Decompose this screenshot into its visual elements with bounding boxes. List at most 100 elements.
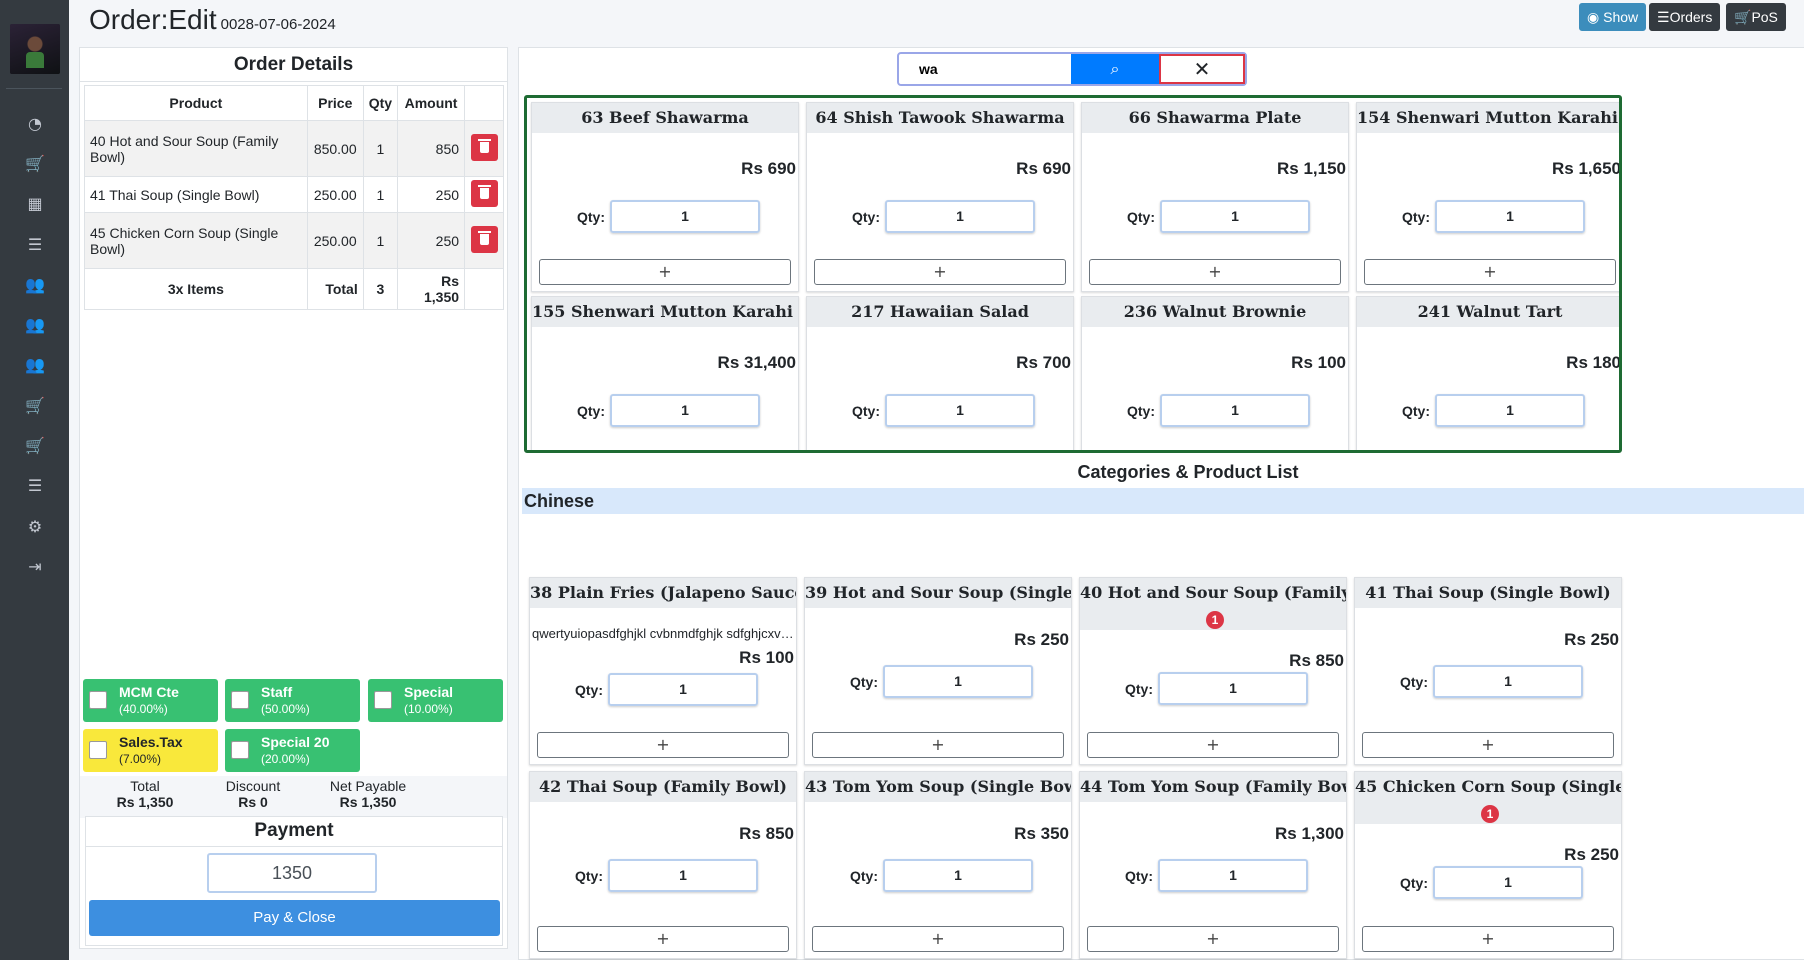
row-price: 850.00 [306, 120, 364, 177]
discount-checkbox[interactable] [89, 691, 107, 709]
add-button[interactable]: + [537, 732, 789, 758]
product-card: 38 Plain Fries (Jalapeno Sauce) qwertyuio… [529, 577, 797, 765]
add-button[interactable]: + [1364, 259, 1616, 285]
discount-checkbox[interactable] [374, 691, 392, 709]
product-name: 42 Thai Soup (Family Bowl) [530, 772, 796, 802]
qty-input[interactable]: 1 [885, 200, 1035, 233]
discount-checkbox[interactable] [231, 741, 249, 759]
qty-input[interactable]: 1 [608, 673, 758, 706]
sidebar-divider [6, 88, 62, 89]
qty-input[interactable]: 1 [885, 394, 1035, 427]
search-button[interactable]: ⌕ [1071, 54, 1159, 84]
discount-sales-tax[interactable]: Sales.Tax (7.00%) [83, 729, 218, 772]
product-name: 43 Tom Yom Soup (Single Bowl) [805, 772, 1071, 802]
qty-label: Qty: [1125, 868, 1153, 884]
products-panel: ⌕ ✕ 63 Beef Shawarma Rs 690 Qty: 1 + 64 Shis… [518, 47, 1804, 960]
discount-special-20[interactable]: Special 20 (20.00%) [225, 729, 360, 772]
qty-input[interactable]: 1 [1158, 672, 1308, 705]
cart-icon[interactable]: 🛒 [24, 395, 46, 417]
product-price: Rs 100 [739, 648, 794, 667]
product-card: 241 Walnut TartRs 180Qty:1+ [1356, 296, 1619, 450]
users-icon[interactable]: 👥 [24, 274, 46, 296]
qty-label: Qty: [1400, 674, 1428, 690]
qty-input[interactable]: 1 [1433, 665, 1583, 698]
qty-input[interactable]: 1 [1160, 394, 1310, 427]
product-price: Rs 690 [1016, 159, 1071, 178]
discount-percent: (10.00%) [404, 702, 453, 716]
discount-checkbox[interactable] [89, 741, 107, 759]
product-price: Rs 100 [1291, 353, 1346, 372]
avatar[interactable] [10, 24, 60, 74]
cart-icon[interactable]: 🛒 [24, 153, 46, 175]
qty-input[interactable]: 1 [883, 665, 1033, 698]
total-label: Total [130, 778, 160, 794]
delete-button[interactable] [470, 225, 498, 253]
orders-button[interactable]: ☰Orders [1649, 3, 1721, 31]
add-button[interactable]: + [539, 259, 791, 285]
cart-plus-icon[interactable]: 🛒 [24, 435, 46, 457]
qty-label: Qty: [577, 403, 605, 419]
delete-button[interactable] [470, 179, 498, 207]
sign-out-icon[interactable]: ⇥ [24, 556, 46, 578]
search-input[interactable] [899, 54, 1071, 84]
add-button[interactable]: + [1087, 926, 1339, 952]
product-card: 43 Tom Yom Soup (Single Bowl) Rs 350 Qty: 1… [804, 771, 1072, 959]
discount-name: Special [404, 684, 454, 700]
discount-mcm-cte[interactable]: MCM Cte (40.00%) [83, 679, 218, 722]
show-button[interactable]: ◉ Show [1579, 3, 1647, 31]
col-product: Product [84, 85, 308, 121]
discount-name: MCM Cte [119, 684, 179, 700]
qty-input[interactable]: 1 [610, 200, 760, 233]
clear-search-button[interactable]: ✕ [1159, 54, 1245, 84]
qty-label: Qty: [1127, 209, 1155, 225]
users-icon[interactable]: 👥 [24, 314, 46, 336]
list-icon[interactable]: ☰ [24, 234, 46, 256]
add-button[interactable]: + [1089, 259, 1341, 285]
qty-input[interactable]: 1 [1435, 394, 1585, 427]
add-button[interactable]: + [1362, 926, 1614, 952]
order-details-heading: Order Details [80, 48, 507, 82]
discount-checkbox[interactable] [231, 691, 249, 709]
add-button[interactable]: + [537, 926, 789, 952]
product-price: Rs 1,650 [1552, 159, 1621, 178]
category-chinese[interactable]: Chinese [522, 488, 1804, 514]
cogs-icon[interactable]: ⚙ [24, 516, 46, 538]
product-card: 66 Shawarma Plate Rs 1,150 Qty: 1 + [1081, 102, 1349, 292]
users-icon[interactable]: 👥 [24, 354, 46, 376]
add-button[interactable]: + [812, 926, 1064, 952]
qty-input[interactable]: 1 [1158, 859, 1308, 892]
product-price: Rs 1,150 [1277, 159, 1346, 178]
page-title: Order:Edit 0028-07-06-2024 [89, 4, 336, 36]
col-amount: Amount [397, 85, 466, 121]
qty-input[interactable]: 1 [608, 859, 758, 892]
qty-input[interactable]: 1 [1160, 200, 1310, 233]
discount-special[interactable]: Special (10.00%) [368, 679, 503, 722]
table-row: 40 Hot and Sour Soup (Family Bowl) 850.0… [84, 120, 504, 177]
list-icon[interactable]: ☰ [24, 475, 46, 497]
payment-amount-input[interactable] [207, 853, 377, 893]
delete-button[interactable] [470, 133, 498, 161]
qty-input[interactable]: 1 [1433, 866, 1583, 899]
row-amount: 250 [397, 212, 466, 269]
discount-staff[interactable]: Staff (50.00%) [225, 679, 360, 722]
qty-input[interactable]: 1 [883, 859, 1033, 892]
list-icon: ☰ [1657, 9, 1670, 25]
pay-close-button[interactable]: Pay & Close [89, 900, 500, 936]
table-row: 45 Chicken Corn Soup (Single Bowl) 250.0… [84, 212, 504, 269]
product-card: 63 Beef Shawarma Rs 690 Qty: 1 + [531, 102, 799, 292]
qty-label: Qty: [1402, 209, 1430, 225]
add-button[interactable]: + [1087, 732, 1339, 758]
add-button[interactable]: + [1362, 732, 1614, 758]
dashboard-icon[interactable]: ◔ [24, 113, 46, 135]
product-price: Rs 1,300 [1275, 824, 1344, 843]
add-button[interactable]: + [814, 259, 1066, 285]
pos-button[interactable]: 🛒PoS [1726, 3, 1786, 31]
product-name: 217 Hawaiian Salad [807, 297, 1073, 327]
totals-summary: Total Rs 1,350 Discount Rs 0 Net Payable Rs… [80, 776, 507, 818]
page-title-text: Order:Edit [89, 4, 217, 35]
product-name: 154 Shenwari Mutton Karahi (Half) [1357, 103, 1619, 133]
grid-icon[interactable]: ▦ [24, 193, 46, 215]
qty-input[interactable]: 1 [610, 394, 760, 427]
add-button[interactable]: + [812, 732, 1064, 758]
qty-input[interactable]: 1 [1435, 200, 1585, 233]
